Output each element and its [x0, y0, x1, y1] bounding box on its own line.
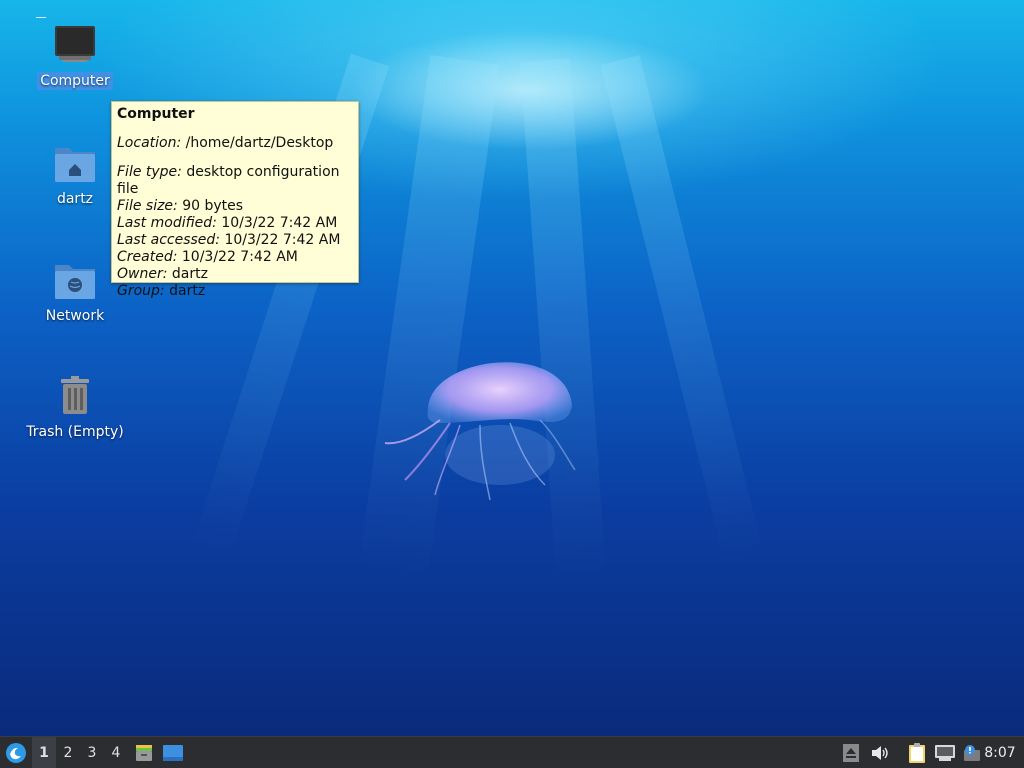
light-ray [600, 55, 766, 570]
tooltip-label: Created: [117, 249, 178, 265]
volume-button[interactable] [868, 737, 892, 768]
network-icon [935, 744, 955, 761]
clock[interactable]: 8:07 [980, 737, 1020, 768]
computer-icon [55, 26, 95, 62]
desktop-icon-label: dartz [56, 191, 94, 207]
taskbar: 1 2 3 4 8:07 [0, 736, 1024, 768]
tooltip-label: File size: [117, 198, 178, 214]
clipboard-button[interactable] [905, 737, 929, 768]
eject-icon [843, 743, 859, 762]
desktop-icon-trash[interactable]: Trash (Empty) [20, 373, 130, 441]
tooltip-value: dartz [171, 266, 208, 282]
tooltip-row: Group: dartz [117, 283, 353, 300]
volume-icon [872, 745, 888, 760]
tooltip-label: Last modified: [117, 215, 217, 231]
trash-icon [61, 376, 89, 414]
network-status-button[interactable] [932, 737, 958, 768]
tooltip-label: Owner: [117, 266, 168, 282]
start-menu-icon [6, 742, 26, 763]
file-info-tooltip: Computer Location: /home/dartz/Desktop F… [111, 101, 359, 299]
desktop-icon-computer[interactable]: Computer [20, 22, 130, 90]
tooltip-row: File size: 90 bytes [117, 198, 353, 215]
tooltip-value: 10/3/22 7:42 AM [221, 215, 338, 231]
desktop-icon-label: Network [45, 308, 105, 324]
jellyfish-wallpaper-image [384, 362, 576, 501]
tooltip-row: Created: 10/3/22 7:42 AM [117, 249, 353, 266]
show-desktop-button[interactable] [160, 737, 186, 768]
file-manager-icon [136, 744, 152, 761]
tooltip-value: /home/dartz/Desktop [185, 135, 334, 151]
workspace-1[interactable]: 1 [32, 737, 56, 768]
file-manager-launcher[interactable] [132, 737, 156, 768]
eject-button[interactable] [840, 737, 862, 768]
tooltip-label: File type: [117, 164, 182, 180]
tooltip-label: Group: [117, 283, 165, 299]
network-folder-icon [55, 265, 95, 299]
tooltip-label: Location: [117, 135, 182, 151]
tooltip-value: 10/3/22 7:42 AM [224, 232, 341, 248]
tooltip-row: Owner: dartz [117, 266, 353, 283]
tooltip-row: File type: desktop configuration file [117, 164, 353, 198]
clipboard-icon [909, 742, 925, 763]
show-desktop-icon [163, 744, 183, 761]
tooltip-row: Last accessed: 10/3/22 7:42 AM [117, 232, 353, 249]
home-folder-icon [55, 148, 95, 182]
tooltip-value: 90 bytes [182, 198, 244, 214]
tooltip-title: Computer [117, 106, 195, 122]
tooltip-value: dartz [169, 283, 206, 299]
tooltip-label: Last accessed: [117, 232, 221, 248]
workspace-2[interactable]: 2 [56, 737, 80, 768]
workspace-3[interactable]: 3 [80, 737, 104, 768]
tooltip-value: 10/3/22 7:42 AM [181, 249, 298, 265]
desktop-icon-label: Computer [37, 72, 113, 90]
notification-icon [964, 744, 980, 761]
tooltip-row: Last modified: 10/3/22 7:42 AM [117, 215, 353, 232]
desktop-icon-label: Trash (Empty) [26, 424, 124, 440]
selection-marker [36, 17, 46, 18]
desktop[interactable]: Computer dartz Network Trash (Empty) Com… [0, 0, 1024, 736]
start-menu-button[interactable] [2, 737, 30, 768]
tooltip-location-row: Location: /home/dartz/Desktop [117, 135, 353, 152]
workspace-4[interactable]: 4 [104, 737, 128, 768]
